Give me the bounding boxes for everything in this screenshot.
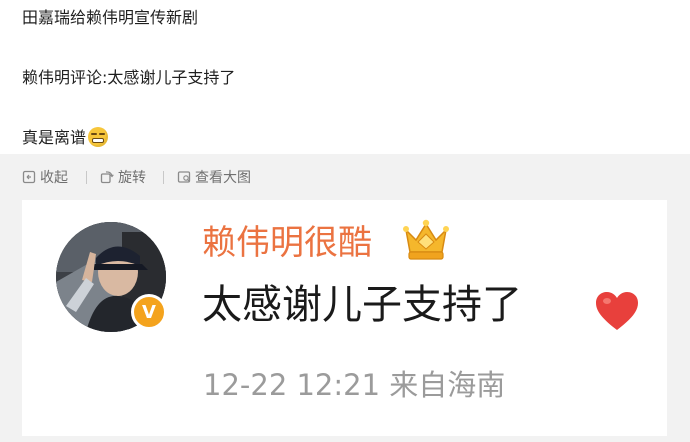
comment-screenshot-image[interactable]: V 赖伟明很酷 太感谢儿子支持了 12-22 12:21 来自海南 <box>22 200 667 436</box>
comment-text: 太感谢儿子支持了 <box>202 282 522 328</box>
collapse-button[interactable]: 收起 <box>22 168 68 186</box>
comment-username: 赖伟明很酷 <box>202 223 372 263</box>
view-full-image-button[interactable]: 查看大图 <box>177 168 251 186</box>
image-view-icon <box>177 170 191 184</box>
verified-badge: V <box>131 294 167 330</box>
red-heart-icon <box>594 290 640 332</box>
post-line-2: 赖伟明评论:太感谢儿子支持了 <box>22 68 236 87</box>
collapse-icon <box>22 170 36 184</box>
gold-crown-icon <box>400 216 452 264</box>
post-line-3-text: 真是离谱 <box>22 128 87 147</box>
view-full-image-label: 查看大图 <box>195 170 251 186</box>
post-line-3: 真是离谱 <box>22 127 109 149</box>
comment-location: 来自海南 <box>389 368 506 402</box>
image-toolbar: 收起 旋转 查看大图 <box>0 154 690 200</box>
rotate-label: 旋转 <box>118 170 146 186</box>
post-line-1: 田嘉瑞给赖伟明宣传新剧 <box>22 8 199 27</box>
rotate-icon <box>100 170 114 184</box>
toolbar-divider <box>163 171 164 184</box>
grimace-emoji-icon <box>88 127 109 147</box>
comment-timestamp: 12-22 12:21 <box>203 368 381 402</box>
collapse-label: 收起 <box>40 170 68 186</box>
rotate-button[interactable]: 旋转 <box>100 168 146 186</box>
comment-meta: 12-22 12:21 来自海南 <box>203 366 505 404</box>
toolbar-divider <box>86 171 87 184</box>
post-image-area[interactable]: V 赖伟明很酷 太感谢儿子支持了 12-22 12:21 来自海南 <box>0 200 690 442</box>
